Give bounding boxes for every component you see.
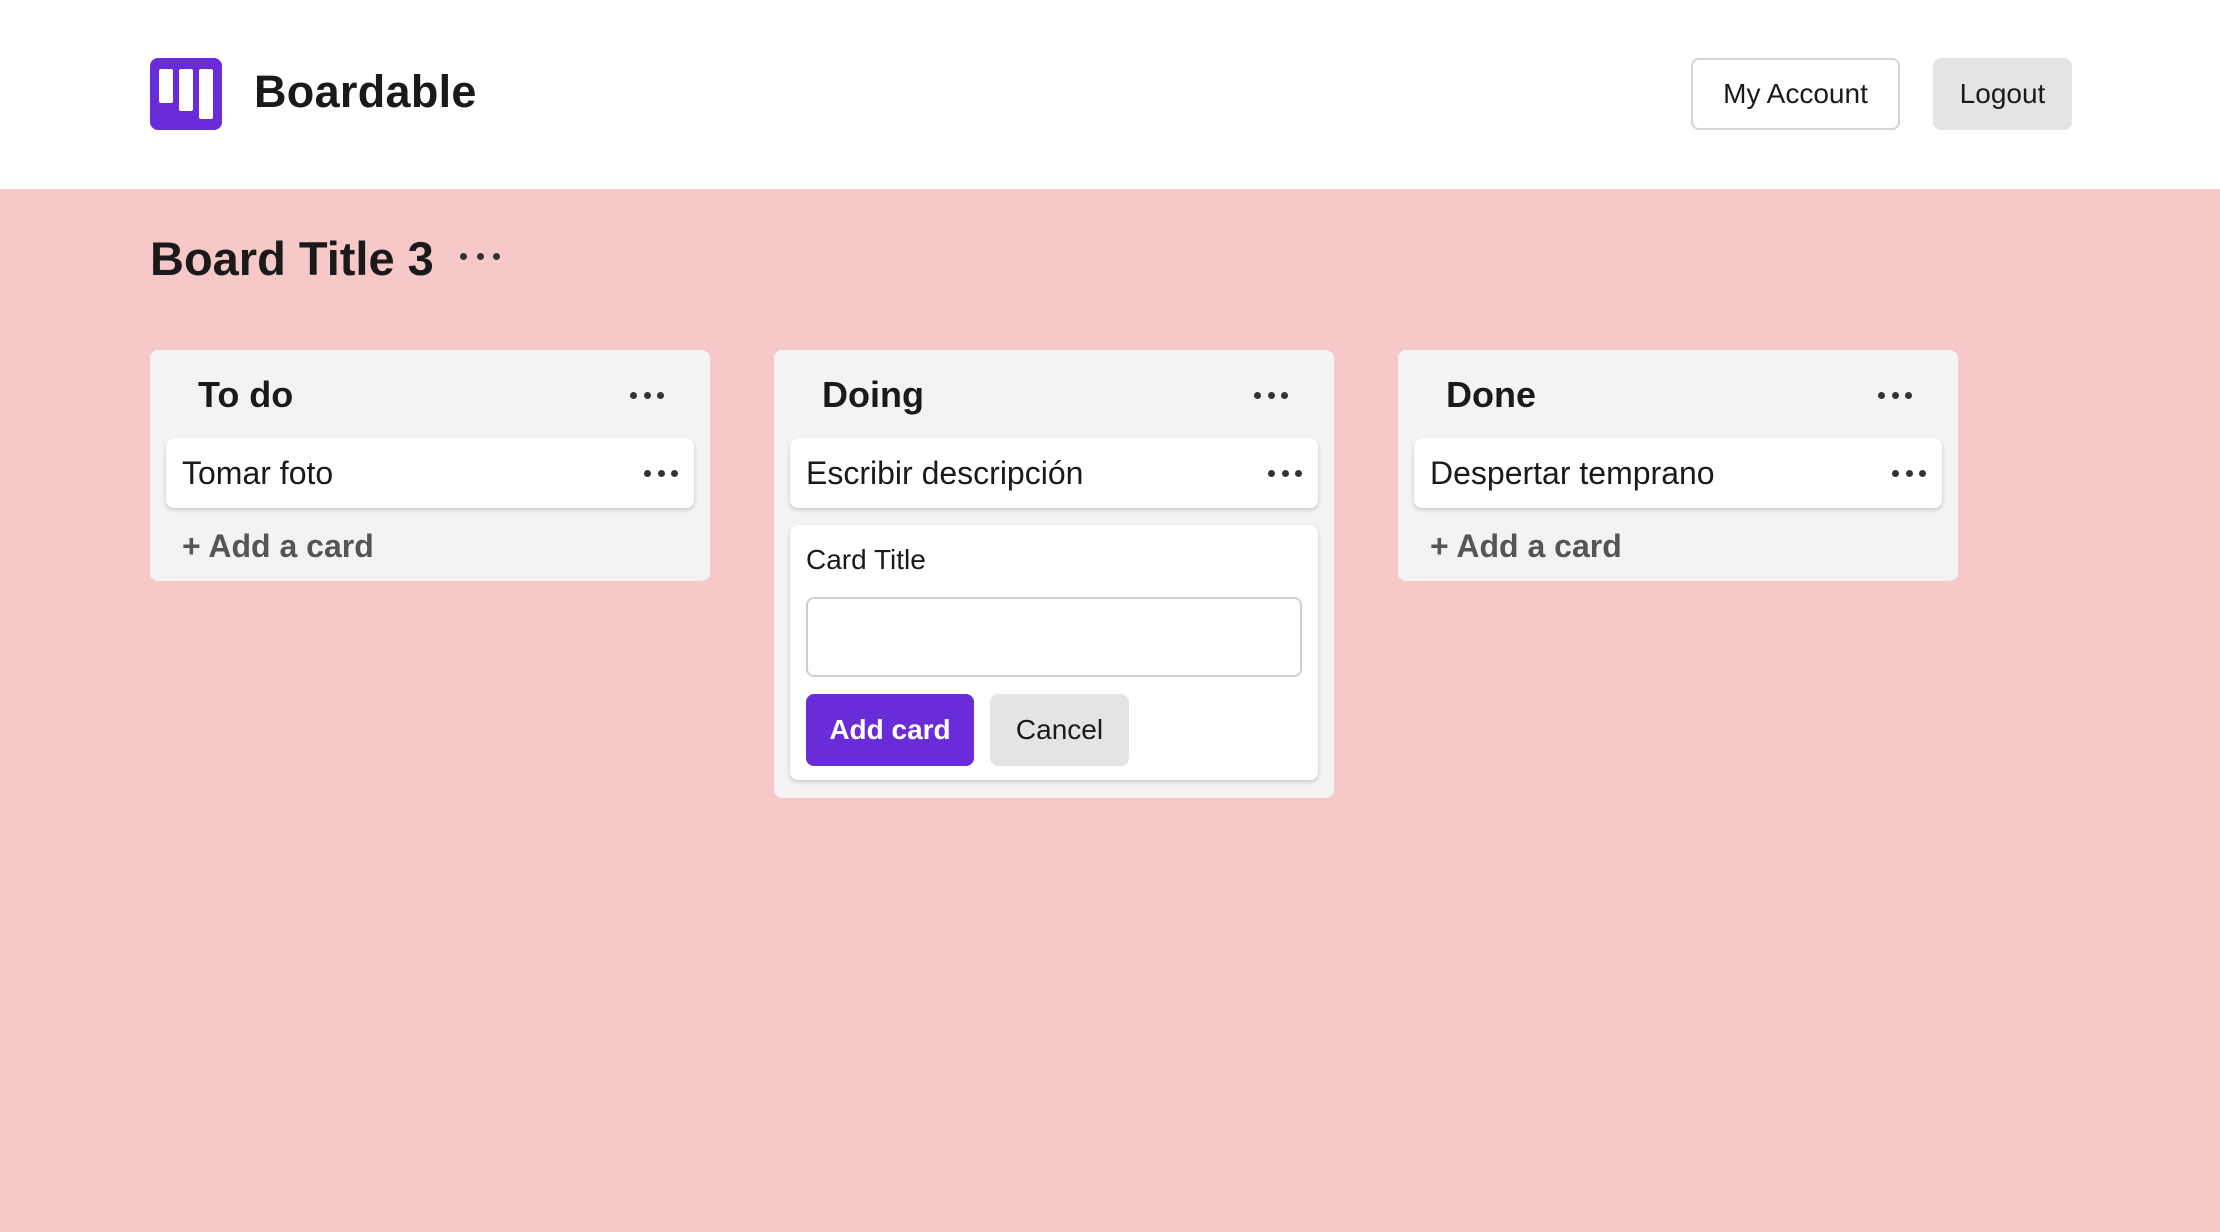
dot [1892,469,1899,477]
column-more-icon[interactable] [630,390,664,400]
dot [1267,391,1275,399]
card-title-input[interactable] [806,597,1302,677]
dot [1891,391,1899,399]
logo-bar [179,69,193,111]
dot [476,252,484,260]
dot [1878,391,1885,399]
add-card-form: Card Title Add card Cancel [790,525,1318,780]
board-columns-icon[interactable] [150,58,222,130]
dot [630,391,637,399]
dot [643,391,651,399]
column-doing: Doing Escribir descripción Card Title Ad… [774,350,1334,798]
dot [1281,391,1288,399]
cancel-button[interactable]: Cancel [990,694,1129,766]
dot [1254,391,1261,399]
dot [1905,469,1913,477]
logout-button[interactable]: Logout [1933,58,2072,130]
dot [644,469,651,477]
column-title[interactable]: Doing [822,372,924,418]
dot [1281,469,1289,477]
card[interactable]: Tomar foto [166,438,694,508]
column-title[interactable]: To do [198,372,293,418]
card[interactable]: Escribir descripción [790,438,1318,508]
board-more-icon[interactable] [460,241,500,271]
dot [460,252,467,260]
dot [657,469,665,477]
logo-bar [159,69,173,103]
add-card-link[interactable]: + Add a card [182,526,374,566]
dot [1268,469,1275,477]
column-more-icon[interactable] [1878,390,1912,400]
card-title: Despertar temprano [1430,455,1715,491]
board-title: Board Title 3 [150,232,434,285]
column-done: Done Despertar temprano + Add a card [1398,350,1958,581]
column-more-icon[interactable] [1254,390,1288,400]
card-more-icon[interactable] [1892,468,1926,478]
dot [657,391,664,399]
card[interactable]: Despertar temprano [1414,438,1942,508]
dot [1905,391,1912,399]
dot [1295,469,1302,477]
logo-bar [199,69,213,119]
card-more-icon[interactable] [644,468,678,478]
column-todo: To do Tomar foto + Add a card [150,350,710,581]
my-account-button[interactable]: My Account [1691,58,1900,130]
add-card-button[interactable]: Add card [806,694,974,766]
card-title: Escribir descripción [806,455,1084,491]
card-more-icon[interactable] [1268,468,1302,478]
board-area: Board Title 3 To do Tomar foto + Add a c… [0,189,2220,1232]
dot [671,469,678,477]
dot [493,252,500,260]
card-title: Tomar foto [182,455,334,491]
app-header: Boardable My Account Logout [0,0,2220,189]
card-title-label: Card Title [806,544,926,575]
dot [1919,469,1926,477]
brand-name[interactable]: Boardable [254,64,477,120]
add-card-link[interactable]: + Add a card [1430,526,1622,566]
column-title[interactable]: Done [1446,372,1536,418]
